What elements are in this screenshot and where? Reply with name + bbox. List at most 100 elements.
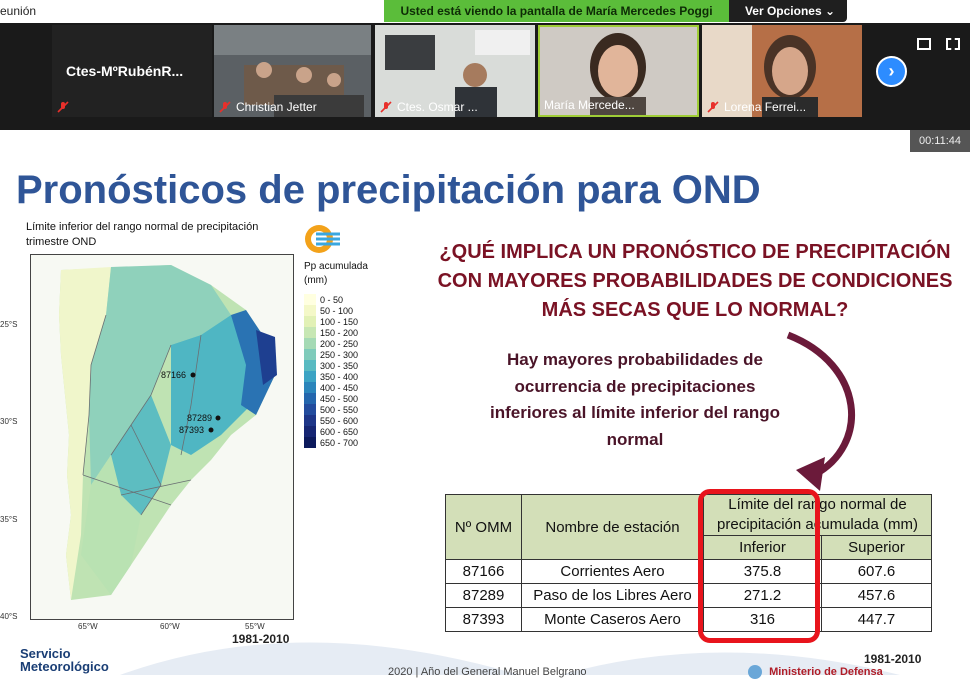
table-period: 1981-2010 (864, 652, 922, 666)
legend-swatch (304, 327, 316, 338)
legend-swatch (304, 437, 316, 448)
footer-org-name: Servicio Meteorológico (20, 646, 109, 674)
legend-label: 400 - 450 (320, 382, 359, 393)
screen-share-banner: Usted está viendo la pantalla de María M… (384, 0, 847, 22)
legend-item: 50 - 100 (304, 305, 374, 316)
cell-omm: 87393 (445, 607, 522, 632)
table-row: 87289 Paso de los Libres Aero 271.2 457.… (445, 583, 932, 608)
lat-label: 30°S (0, 417, 18, 426)
station-label-87393: 87393 (179, 425, 204, 435)
participant-tile-active[interactable]: María Mercede... (538, 25, 699, 117)
participant-tile[interactable]: Christian Jetter (214, 25, 371, 117)
slide-answer: Hay mayores probabilidades de ocurrencia… (489, 350, 780, 449)
lon-label: 55°W (245, 622, 265, 631)
lat-label: 40°S (0, 612, 18, 621)
cell-station: Monte Caseros Aero (521, 607, 704, 632)
lat-label: 35°S (0, 515, 18, 524)
participant-name: Ctes. Osmar ... (397, 100, 478, 114)
header-omm: Nº OMM (445, 494, 522, 560)
muted-mic-icon (57, 101, 69, 113)
legend-item: 550 - 600 (304, 415, 374, 426)
legend-swatch (304, 316, 316, 327)
legend-item: 100 - 150 (304, 316, 374, 327)
highlight-box (698, 489, 820, 643)
station-label-87166: 87166 (161, 370, 186, 380)
window-title: eunión (0, 4, 37, 18)
lon-label: 60°W (160, 622, 180, 631)
legend-swatch (304, 404, 316, 415)
smn-logo-icon (305, 225, 340, 253)
legend-item: 400 - 450 (304, 382, 374, 393)
station-table: Nº OMM Nombre de estación Límite del ran… (445, 494, 932, 632)
legend-label: 300 - 350 (320, 360, 359, 371)
chevron-right-icon: › (888, 61, 895, 81)
participant-name-large: Ctes-MºRubénR... (66, 63, 184, 79)
lat-label: 25°S (0, 320, 18, 329)
legend-swatch (304, 393, 316, 404)
legend-item: 300 - 350 (304, 360, 374, 371)
legend-swatch (304, 415, 316, 426)
view-options-label: Ver Opciones (744, 4, 822, 18)
fullscreen-icon[interactable] (946, 38, 960, 50)
chevron-down-icon: ⌄ (824, 4, 836, 18)
muted-mic-icon (219, 101, 231, 113)
legend-title: Pp acumulada (mm) (304, 261, 368, 286)
legend-label: 650 - 700 (320, 437, 359, 448)
legend-item: 0 - 50 (304, 294, 374, 305)
next-page-button[interactable]: › (876, 56, 907, 87)
header-station: Nombre de estación (521, 494, 704, 560)
station-label-87289: 87289 (187, 413, 212, 423)
minimize-view-icon[interactable] (917, 38, 931, 50)
cell-upper: 447.7 (821, 607, 932, 632)
legend-item: 600 - 650 (304, 426, 374, 437)
cell-upper: 457.6 (821, 583, 932, 608)
participant-tile[interactable]: Lorena Ferrei... (702, 25, 862, 117)
escudo-icon (748, 665, 762, 679)
meeting-timer: 00:11:44 (910, 130, 970, 152)
legend-item: 450 - 500 (304, 393, 374, 404)
legend-swatch (304, 371, 316, 382)
legend-label: 600 - 650 (320, 426, 359, 437)
legend-label: 200 - 250 (320, 338, 359, 349)
legend-label: 450 - 500 (320, 393, 359, 404)
cell-station: Corrientes Aero (521, 559, 704, 584)
cell-station: Paso de los Libres Aero (521, 583, 704, 608)
map-legend: Pp acumulada (mm) 0 - 50 50 - 100 100 - 15… (304, 260, 374, 448)
cell-upper: 607.6 (821, 559, 932, 584)
table-row: 87393 Monte Caseros Aero 316 447.7 (445, 607, 932, 632)
muted-mic-icon (707, 101, 719, 113)
slide-title: Pronósticos de precipitación para OND (16, 168, 761, 212)
ministry-name: Ministerio de Defensa (769, 665, 883, 678)
legend-label: 250 - 300 (320, 349, 359, 360)
lon-label: 65°W (78, 622, 98, 631)
legend-label: 500 - 550 (320, 404, 359, 415)
legend-swatch (304, 338, 316, 349)
table-row: 87166 Corrientes Aero 375.8 607.6 (445, 559, 932, 584)
participant-name: Lorena Ferrei... (724, 100, 807, 114)
legend-label: 350 - 400 (320, 371, 359, 382)
legend-swatch (304, 360, 316, 371)
legend-label: 100 - 150 (320, 316, 359, 327)
participant-tile[interactable]: Ctes. Osmar ... (375, 25, 535, 117)
cell-omm: 87289 (445, 583, 522, 608)
participant-name: Christian Jetter (236, 100, 317, 114)
legend-item: 150 - 200 (304, 327, 374, 338)
legend-item: 500 - 550 (304, 404, 374, 415)
legend-swatch (304, 382, 316, 393)
legend-item: 650 - 700 (304, 437, 374, 448)
ministry-footer: Ministerio de Defensa (748, 665, 883, 679)
shared-slide: Pronósticos de precipitación para OND Lí… (0, 130, 970, 679)
slide-question: ¿QUÉ IMPLICA UN PRONÓSTICO DE PRECIPITAC… (437, 241, 953, 321)
legend-label: 150 - 200 (320, 327, 359, 338)
legend-label: 0 - 50 (320, 294, 344, 305)
participant-strip: Ctes-MºRubénR... Christian Jetter Ctes. … (0, 23, 970, 130)
legend-item: 200 - 250 (304, 338, 374, 349)
smn-footer-logo: Servicio Meteorológico (20, 647, 130, 673)
participant-tile[interactable]: Ctes-MºRubénR... (52, 25, 212, 117)
legend-swatch (304, 305, 316, 316)
map-caption: Límite inferior del rango normal de prec… (26, 221, 259, 248)
precipitation-map: 87166 87289 87393 (30, 254, 294, 620)
cell-omm: 87166 (445, 559, 522, 584)
view-options-button[interactable]: Ver Opciones ⌄ (736, 0, 844, 22)
legend-label: 550 - 600 (320, 415, 359, 426)
